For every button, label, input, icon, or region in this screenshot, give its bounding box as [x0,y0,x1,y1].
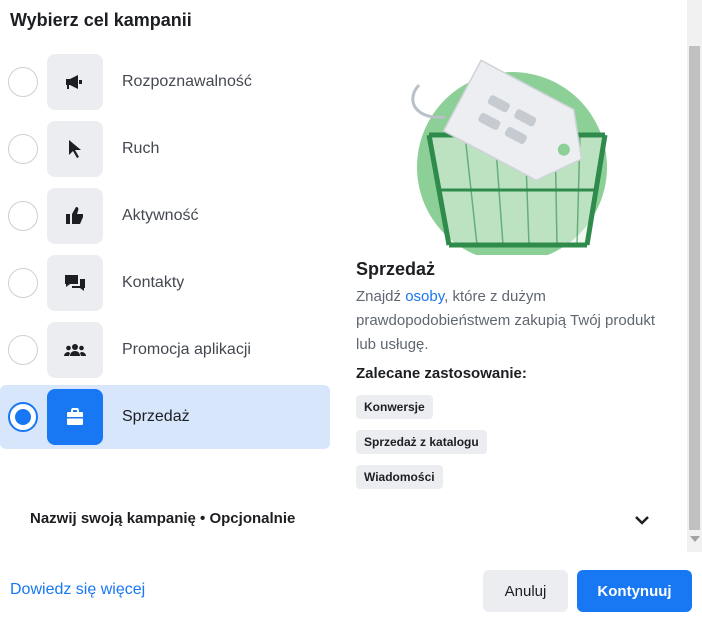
objective-label: Sprzedaż [122,408,190,425]
people-link[interactable]: osoby [405,288,444,305]
megaphone-icon [47,54,103,110]
objective-radio[interactable] [8,268,38,298]
campaign-name-toggle[interactable]: Nazwij swoją kampanię • Opcjonalnie [30,510,650,534]
cancel-button[interactable]: Anuluj [483,570,568,612]
dialog-title: Wybierz cel kampanii [10,10,192,30]
objective-radio-selected[interactable] [8,402,38,432]
objective-radio[interactable] [8,67,38,97]
chevron-down-icon [635,516,649,525]
objective-radio[interactable] [8,335,38,365]
objective-traffic[interactable]: Ruch [0,117,330,181]
recommended-tags: Konwersje Sprzedaż z katalogu Wiadomości [356,395,487,500]
objective-label: Promocja aplikacji [122,341,251,358]
objective-app-promotion[interactable]: Promocja aplikacji [0,318,330,382]
objective-label: Ruch [122,140,160,157]
detail-title: Sprzedaż [356,259,436,279]
objective-radio[interactable] [8,201,38,231]
campaign-objective-dialog: Wybierz cel kampanii Rozpoznawalność Ruc… [0,0,702,625]
chat-bubbles-icon [47,255,103,311]
thumbs-up-icon [47,188,103,244]
learn-more-link[interactable]: Dowiedz się więcej [10,581,145,599]
continue-button[interactable]: Kontynuuj [577,570,692,612]
scroll-down-arrow-icon[interactable] [690,536,700,542]
objective-label: Aktywność [122,207,199,224]
shopping-bag-icon [47,389,103,445]
tag-catalog-sales: Sprzedaż z katalogu [356,430,487,454]
objective-label: Rozpoznawalność [122,73,252,90]
detail-description: Znajdź osoby, które z dużym prawdopodobi… [356,285,656,357]
recommended-title: Zalecane zastosowanie: [356,365,527,382]
objective-label: Kontakty [122,274,185,291]
description-text: Znajdź [356,288,406,305]
objective-leads[interactable]: Kontakty [0,251,330,315]
sales-illustration [405,55,615,262]
tag-conversions: Konwersje [356,395,433,419]
objective-sales[interactable]: Sprzedaż [0,385,330,449]
scrollbar-thumb[interactable] [689,46,700,530]
people-icon [47,322,103,378]
cursor-icon [47,121,103,177]
objective-awareness[interactable]: Rozpoznawalność [0,50,330,114]
objective-engagement[interactable]: Aktywność [0,184,330,248]
objective-radio[interactable] [8,134,38,164]
campaign-name-label: Nazwij swoją kampanię • Opcjonalnie [30,510,296,527]
objective-list: Rozpoznawalność Ruch Aktywność Kontakty [0,50,330,452]
tag-messages: Wiadomości [356,465,443,489]
